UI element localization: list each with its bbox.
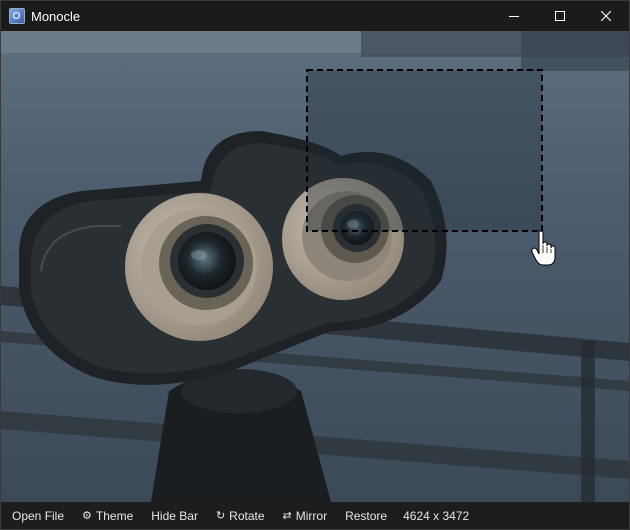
maximize-button[interactable] — [537, 1, 583, 31]
window-controls — [491, 1, 629, 31]
rotate-button[interactable]: ↻ Rotate — [207, 502, 274, 529]
theme-label: Theme — [95, 508, 134, 523]
minimize-button[interactable] — [491, 1, 537, 31]
rotate-icon: ↻ — [215, 509, 226, 522]
close-button[interactable] — [583, 1, 629, 31]
close-icon — [601, 11, 611, 21]
title-bar[interactable]: Monocle — [1, 1, 629, 31]
hide-bar-button[interactable]: Hide Bar — [142, 502, 207, 529]
open-file-button[interactable]: Open File — [1, 502, 73, 529]
gear-icon: ⚙ — [82, 509, 92, 522]
monocle-app-icon — [9, 8, 25, 24]
maximize-icon — [555, 11, 565, 21]
minimize-icon — [509, 16, 519, 17]
window-title: Monocle — [31, 8, 81, 24]
app-window: Monocle Open File ⚙ Theme Hide Bar ↻ Rot… — [0, 0, 630, 530]
bottom-toolbar: Open File ⚙ Theme Hide Bar ↻ Rotate ⇄ Mi… — [1, 502, 629, 529]
mirror-arrows-icon: ⇄ — [282, 509, 292, 522]
image-dimensions: 4624 x 3472 — [403, 508, 470, 523]
restore-button[interactable]: Restore — [336, 502, 396, 529]
binoculars-photo — [1, 31, 629, 502]
theme-button[interactable]: ⚙ Theme — [73, 502, 142, 529]
rotate-label: Rotate — [229, 508, 265, 523]
mirror-label: Mirror — [295, 508, 328, 523]
image-viewer[interactable] — [1, 31, 629, 502]
mirror-button[interactable]: ⇄ Mirror — [274, 502, 337, 529]
